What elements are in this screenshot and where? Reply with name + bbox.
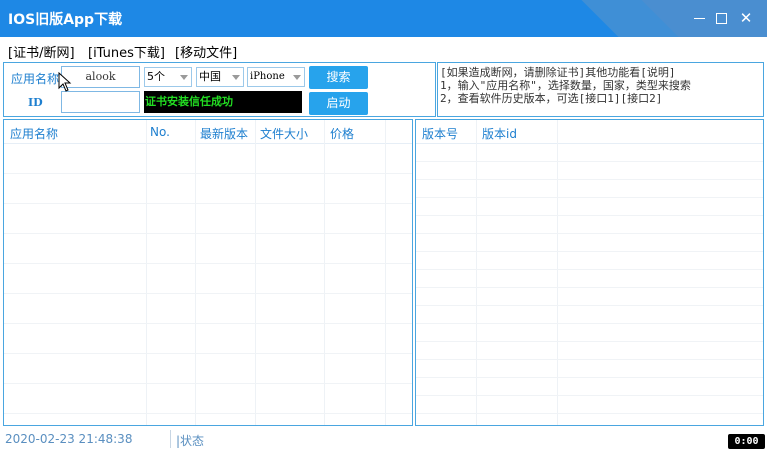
- row-divider: [416, 323, 763, 324]
- column-header-app-name[interactable]: 应用名称: [10, 125, 58, 142]
- maximize-icon[interactable]: [712, 9, 730, 27]
- type-select[interactable]: iPhone: [247, 67, 305, 87]
- window-title: IOS旧版App下载: [8, 12, 123, 28]
- results-table[interactable]: 应用名称 No. 最新版本 文件大小 价格: [3, 119, 413, 426]
- chevron-down-icon: [232, 75, 240, 80]
- start-button[interactable]: 启动: [309, 92, 368, 115]
- column-header-file-size[interactable]: 文件大小: [260, 125, 308, 142]
- row-divider: [416, 359, 763, 360]
- minimize-icon[interactable]: [690, 9, 708, 27]
- search-button[interactable]: 搜索: [309, 66, 368, 89]
- column-divider: [476, 120, 477, 425]
- title-bar: IOS旧版App下载 ✕: [0, 0, 767, 37]
- row-divider: [416, 233, 763, 234]
- clock-overlay: 0:00: [728, 434, 765, 449]
- count-select-value: 5个: [147, 70, 165, 83]
- row-divider: [4, 413, 412, 414]
- column-header-no[interactable]: No.: [150, 125, 170, 139]
- row-divider: [416, 377, 763, 378]
- id-label: ID: [28, 96, 43, 109]
- menu-move-files[interactable]: [移动文件]: [175, 42, 237, 61]
- close-icon[interactable]: ✕: [737, 9, 755, 27]
- country-select-value: 中国: [199, 70, 221, 83]
- row-divider: [416, 413, 763, 414]
- id-input[interactable]: [61, 91, 140, 113]
- column-divider: [324, 120, 325, 425]
- row-divider: [416, 161, 763, 162]
- row-divider: [4, 173, 412, 174]
- row-divider: [416, 269, 763, 270]
- column-divider: [146, 120, 147, 425]
- column-header-price[interactable]: 价格: [330, 125, 354, 142]
- row-divider: [4, 293, 412, 294]
- column-divider: [195, 120, 196, 425]
- app-name-input[interactable]: alook: [61, 66, 140, 88]
- row-divider: [416, 197, 763, 198]
- column-header-latest-version[interactable]: 最新版本: [200, 125, 248, 142]
- row-divider: [416, 179, 763, 180]
- cursor-icon: [58, 72, 72, 92]
- row-divider: [4, 263, 412, 264]
- chevron-down-icon: [293, 75, 301, 80]
- row-divider: [416, 341, 763, 342]
- row-divider: [416, 305, 763, 306]
- column-header-version-id[interactable]: 版本id: [482, 125, 517, 142]
- status-divider: [170, 430, 171, 448]
- cert-status-display: 证书安装信任成功: [144, 91, 302, 113]
- row-divider: [4, 203, 412, 204]
- chevron-down-icon: [180, 75, 188, 80]
- row-divider: [4, 323, 412, 324]
- column-header-version[interactable]: 版本号: [422, 125, 458, 142]
- column-divider: [557, 120, 558, 425]
- info-panel: [如果造成断网，请删除证书]其他功能看[说明] 1，输入"应用名称"，选择数量，…: [437, 62, 764, 117]
- row-divider: [416, 287, 763, 288]
- header-separator: [416, 143, 763, 144]
- status-text: |状态: [176, 434, 205, 448]
- row-divider: [416, 215, 763, 216]
- country-select[interactable]: 中国: [196, 67, 244, 87]
- count-select[interactable]: 5个: [144, 67, 192, 87]
- status-bar: 2020-02-23 21:48:38 |状态: [0, 427, 767, 451]
- info-line: 2，查看软件历史版本，可选[接口1][接口2]: [440, 92, 663, 105]
- column-divider: [385, 120, 386, 425]
- menu-cert-network[interactable]: [证书/断网]: [8, 42, 75, 61]
- column-divider: [255, 120, 256, 425]
- app-name-label: 应用名称: [11, 72, 60, 86]
- menu-bar: [证书/断网] [iTunes下载] [移动文件]: [0, 37, 767, 61]
- datetime-text: 2020-02-23 21:48:38: [5, 432, 133, 446]
- menu-itunes-download[interactable]: [iTunes下载]: [88, 42, 165, 61]
- row-divider: [416, 251, 763, 252]
- header-separator: [4, 143, 412, 144]
- versions-table[interactable]: 版本号 版本id: [415, 119, 764, 426]
- type-select-value: iPhone: [250, 71, 285, 82]
- row-divider: [4, 383, 412, 384]
- row-divider: [416, 395, 763, 396]
- row-divider: [4, 233, 412, 234]
- row-divider: [4, 353, 412, 354]
